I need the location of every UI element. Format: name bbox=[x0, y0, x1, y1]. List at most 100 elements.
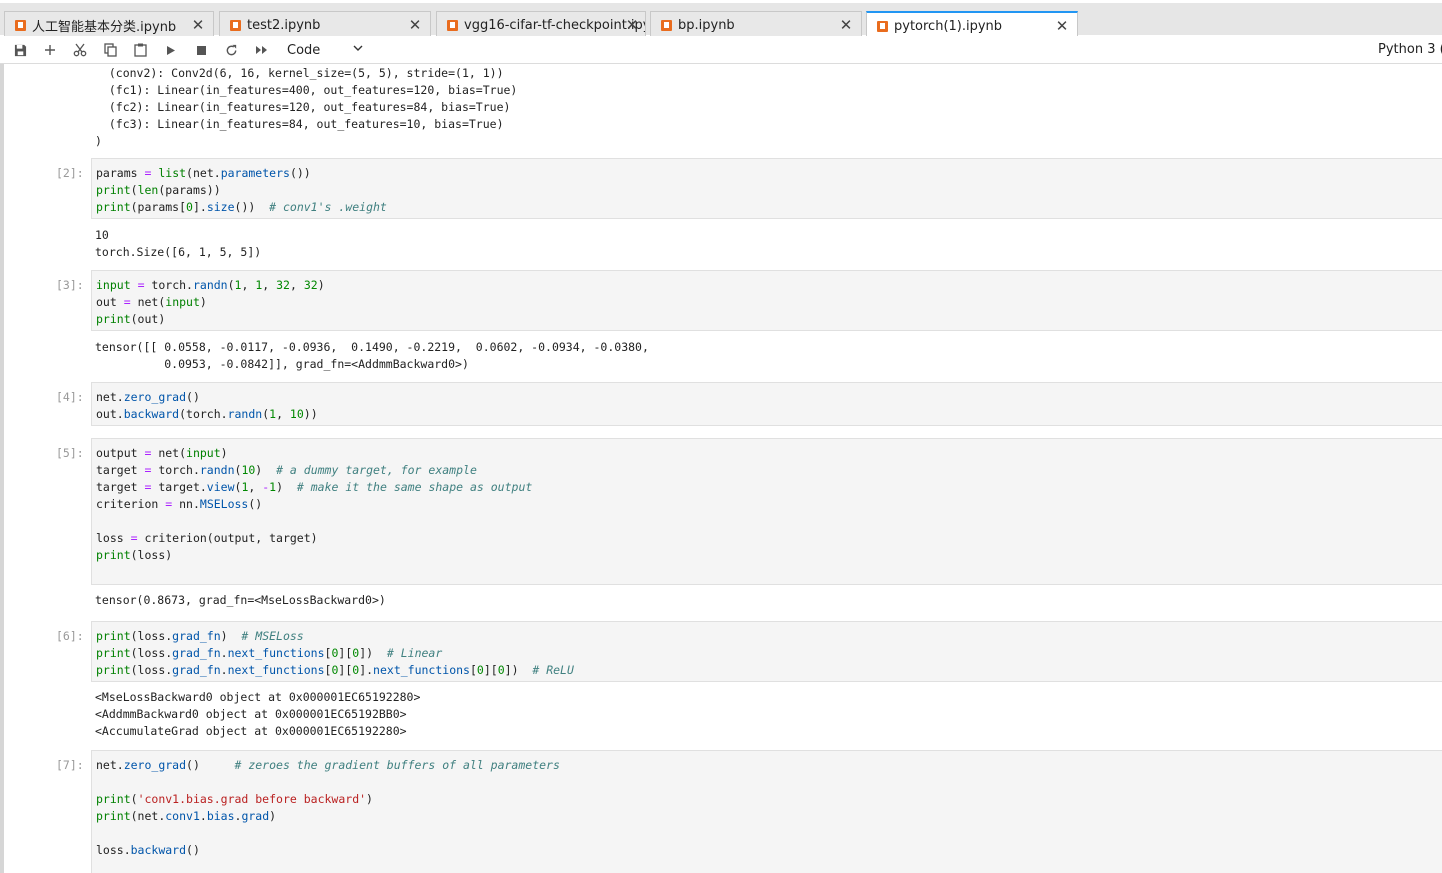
code-token: print bbox=[96, 312, 131, 326]
tab-vgg16[interactable]: vgg16-cifar-tf-checkpoint.ipynb ✕ bbox=[436, 11, 646, 38]
notebook-icon bbox=[230, 19, 241, 31]
output-line: <AccumulateGrad object at 0x000001EC6519… bbox=[95, 724, 407, 738]
code-token: , bbox=[276, 407, 290, 421]
code-token: # a dummy target, for example bbox=[276, 463, 477, 477]
code-line: print(loss) bbox=[96, 547, 1442, 564]
code-token: loss. bbox=[96, 843, 131, 857]
code-token: # ReLU bbox=[532, 663, 574, 677]
output-line: (fc3): Linear(in_features=84, out_featur… bbox=[95, 117, 504, 131]
run-all-button[interactable] bbox=[252, 41, 270, 59]
code-token: () bbox=[186, 390, 200, 404]
code-token: (loss. bbox=[130, 663, 173, 677]
tab-pytorch[interactable]: pytorch(1).ipynb ✕ bbox=[866, 11, 1078, 39]
tab-test2[interactable]: test2.ipynb ✕ bbox=[219, 11, 431, 38]
stop-icon bbox=[196, 45, 206, 55]
code-token: ()) bbox=[289, 166, 311, 180]
code-token: print bbox=[96, 809, 131, 823]
tab-bp[interactable]: bp.ipynb ✕ bbox=[650, 11, 862, 38]
code-token: ) bbox=[199, 295, 207, 309]
code-token: next_functions bbox=[227, 646, 325, 660]
cell-output: tensor(0.8673, grad_fn=<MseLossBackward0… bbox=[95, 592, 386, 609]
code-token: grad_fn bbox=[172, 646, 221, 660]
stop-button[interactable] bbox=[192, 41, 210, 59]
cell-type-dropdown[interactable]: Code bbox=[287, 40, 367, 60]
code-cell-input[interactable]: net.zero_grad() out.backward(torch.randn(… bbox=[91, 382, 1442, 426]
code-token: size bbox=[206, 200, 235, 214]
code-token: . bbox=[213, 166, 221, 180]
notebook-toolbar: Code Python 3 (i bbox=[0, 36, 1442, 64]
code-line: print(params[0].size()) # conv1's .weigh… bbox=[96, 199, 1442, 216]
save-icon bbox=[14, 44, 26, 56]
copy-icon bbox=[103, 43, 117, 57]
code-token: [ bbox=[469, 663, 477, 677]
code-token: input bbox=[165, 295, 200, 309]
code-token: ( bbox=[227, 278, 235, 292]
cell-output: (conv2): Conv2d(6, 16, kernel_size=(5, 5… bbox=[95, 65, 517, 150]
code-token: 'conv1.bias.grad before backward' bbox=[137, 792, 367, 806]
code-cell-input[interactable]: input = torch.randn(1, 1, 32, 32) out = n… bbox=[91, 270, 1442, 331]
code-line: print(net.conv1.bias.grad) bbox=[96, 808, 1442, 825]
tab-label: bp.ipynb bbox=[678, 17, 735, 33]
code-token: ) bbox=[255, 463, 277, 477]
code-token: list bbox=[158, 166, 187, 180]
code-line: out = net(input) bbox=[96, 294, 1442, 311]
cell-output: tensor([[ 0.0558, -0.0117, -0.0936, 0.14… bbox=[95, 339, 649, 373]
add-cell-button[interactable] bbox=[41, 41, 59, 59]
code-token: . bbox=[199, 809, 207, 823]
code-token: print bbox=[96, 548, 131, 562]
tab-label: pytorch(1).ipynb bbox=[894, 18, 1003, 34]
code-token: ]. bbox=[192, 200, 207, 214]
save-button[interactable] bbox=[11, 41, 29, 59]
copy-button[interactable] bbox=[101, 41, 119, 59]
code-token: # zeroes the gradient buffers of all par… bbox=[234, 758, 560, 772]
close-icon[interactable]: ✕ bbox=[408, 16, 422, 34]
code-cell-input[interactable]: params = list(net.parameters()) print(len… bbox=[91, 158, 1442, 219]
code-token: target. bbox=[151, 480, 207, 494]
code-token: criterion bbox=[96, 497, 166, 511]
code-token: )) bbox=[303, 407, 318, 421]
code-token: = bbox=[137, 278, 145, 292]
code-token: , bbox=[289, 278, 304, 292]
cell-prompt: [7]: bbox=[56, 758, 84, 772]
code-token: print bbox=[96, 646, 131, 660]
close-icon[interactable]: ✕ bbox=[625, 16, 639, 34]
output-line: (conv2): Conv2d(6, 16, kernel_size=(5, 5… bbox=[95, 66, 504, 80]
restart-button[interactable] bbox=[222, 41, 240, 59]
code-token: ) bbox=[366, 792, 373, 806]
code-token: (params)) bbox=[158, 183, 221, 197]
code-token: (loss) bbox=[130, 548, 173, 562]
notebook-icon bbox=[661, 19, 672, 31]
run-button[interactable] bbox=[162, 41, 180, 59]
close-icon[interactable]: ✕ bbox=[191, 16, 205, 34]
close-icon[interactable]: ✕ bbox=[839, 16, 853, 34]
code-token: grad bbox=[241, 809, 270, 823]
notebook-panel: (conv2): Conv2d(6, 16, kernel_size=(5, 5… bbox=[4, 64, 1442, 873]
code-cell-input[interactable]: output = net(input) target = torch.randn(… bbox=[91, 438, 1442, 585]
notebook-icon bbox=[447, 19, 458, 31]
paste-button[interactable] bbox=[131, 41, 149, 59]
code-token: . bbox=[220, 663, 228, 677]
kernel-name[interactable]: Python 3 (i bbox=[1378, 42, 1442, 57]
code-token: randn bbox=[192, 278, 228, 292]
output-line: <MseLossBackward0 object at 0x000001EC65… bbox=[95, 690, 421, 704]
tab-ai-classification[interactable]: 人工智能基本分类.ipynb ✕ bbox=[4, 11, 214, 38]
cell-output: 10 torch.Size([6, 1, 5, 5]) bbox=[95, 227, 261, 261]
output-line: tensor([[ 0.0558, -0.0117, -0.0936, 0.14… bbox=[95, 340, 649, 354]
code-token: input bbox=[96, 278, 131, 292]
code-token: ( bbox=[130, 792, 138, 806]
code-token: nn. bbox=[172, 497, 200, 511]
code-cell-input[interactable]: print(loss.grad_fn) # MSELoss print(loss.… bbox=[91, 621, 1442, 682]
code-token: print bbox=[96, 629, 131, 643]
code-token: grad_fn bbox=[172, 663, 221, 677]
code-cell-input[interactable]: net.zero_grad() # zeroes the gradient bu… bbox=[91, 750, 1442, 873]
cut-button[interactable] bbox=[71, 41, 89, 59]
close-icon[interactable]: ✕ bbox=[1055, 17, 1069, 35]
code-token: ][ bbox=[338, 663, 353, 677]
cell-prompt: [3]: bbox=[56, 278, 84, 292]
code-token: = bbox=[130, 531, 138, 545]
code-token: ) bbox=[220, 446, 228, 460]
notebook-icon bbox=[15, 19, 26, 31]
